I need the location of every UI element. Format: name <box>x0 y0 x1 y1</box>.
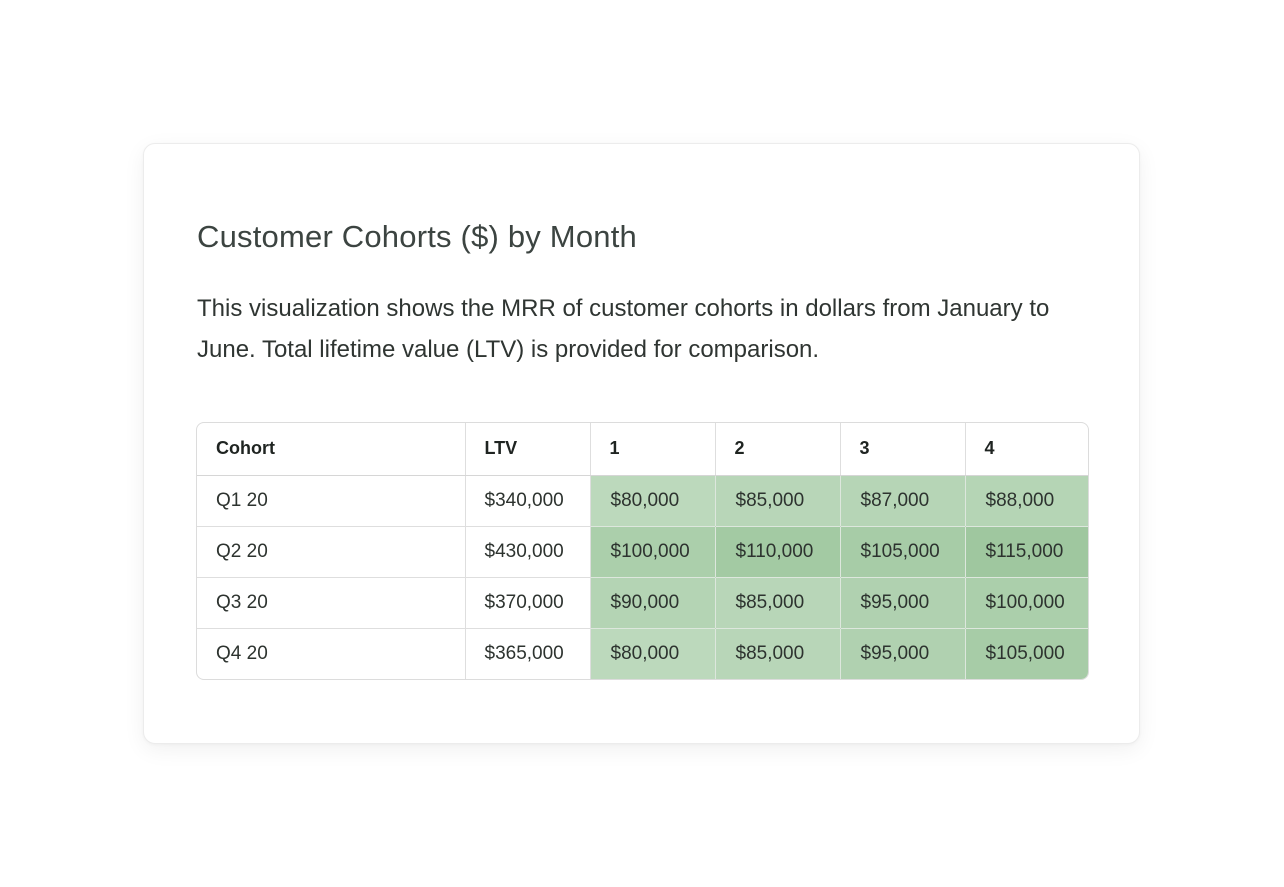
heat-cell: $105,000 <box>965 628 1088 679</box>
cohort-table: Cohort LTV 1 2 3 4 Q1 20 $340,000 $80,00… <box>196 422 1089 680</box>
heat-cell: $87,000 <box>840 475 966 527</box>
table-row: Q3 20 $370,000 $90,000 $85,000 $95,000 $… <box>197 577 1088 629</box>
cohort-card: Customer Cohorts ($) by Month This visua… <box>143 143 1140 744</box>
column-header-month-1: 1 <box>590 423 716 476</box>
card-title: Customer Cohorts ($) by Month <box>197 219 637 254</box>
column-header-month-4: 4 <box>965 423 1088 476</box>
heat-cell: $80,000 <box>590 475 716 527</box>
column-header-month-2: 2 <box>715 423 841 476</box>
heat-cell: $90,000 <box>590 577 716 629</box>
heat-cell: $95,000 <box>840 628 966 679</box>
column-header-month-3: 3 <box>840 423 966 476</box>
ltv-cell: $340,000 <box>465 475 591 527</box>
heat-cell: $80,000 <box>590 628 716 679</box>
heat-cell: $88,000 <box>965 475 1088 527</box>
heat-cell: $100,000 <box>965 577 1088 629</box>
cohort-cell: Q1 20 <box>197 475 466 527</box>
ltv-cell: $370,000 <box>465 577 591 629</box>
heat-cell: $115,000 <box>965 526 1088 578</box>
cohort-cell: Q2 20 <box>197 526 466 578</box>
table-row: Q2 20 $430,000 $100,000 $110,000 $105,00… <box>197 526 1088 578</box>
ltv-cell: $430,000 <box>465 526 591 578</box>
ltv-cell: $365,000 <box>465 628 591 679</box>
heat-cell: $95,000 <box>840 577 966 629</box>
heat-cell: $85,000 <box>715 628 841 679</box>
column-header-ltv: LTV <box>465 423 591 476</box>
card-description: This visualization shows the MRR of cust… <box>197 295 1050 363</box>
cohort-heatmap-table: Cohort LTV 1 2 3 4 Q1 20 $340,000 $80,00… <box>197 423 1088 679</box>
table-row: Q4 20 $365,000 $80,000 $85,000 $95,000 $… <box>197 628 1088 679</box>
table-header-row: Cohort LTV 1 2 3 4 <box>197 423 1088 476</box>
table-row: Q1 20 $340,000 $80,000 $85,000 $87,000 $… <box>197 475 1088 527</box>
heat-cell: $85,000 <box>715 577 841 629</box>
heat-cell: $110,000 <box>715 526 841 578</box>
heat-cell: $100,000 <box>590 526 716 578</box>
heat-cell: $105,000 <box>840 526 966 578</box>
cohort-cell: Q3 20 <box>197 577 466 629</box>
cohort-cell: Q4 20 <box>197 628 466 679</box>
heat-cell: $85,000 <box>715 475 841 527</box>
column-header-cohort: Cohort <box>197 423 466 476</box>
